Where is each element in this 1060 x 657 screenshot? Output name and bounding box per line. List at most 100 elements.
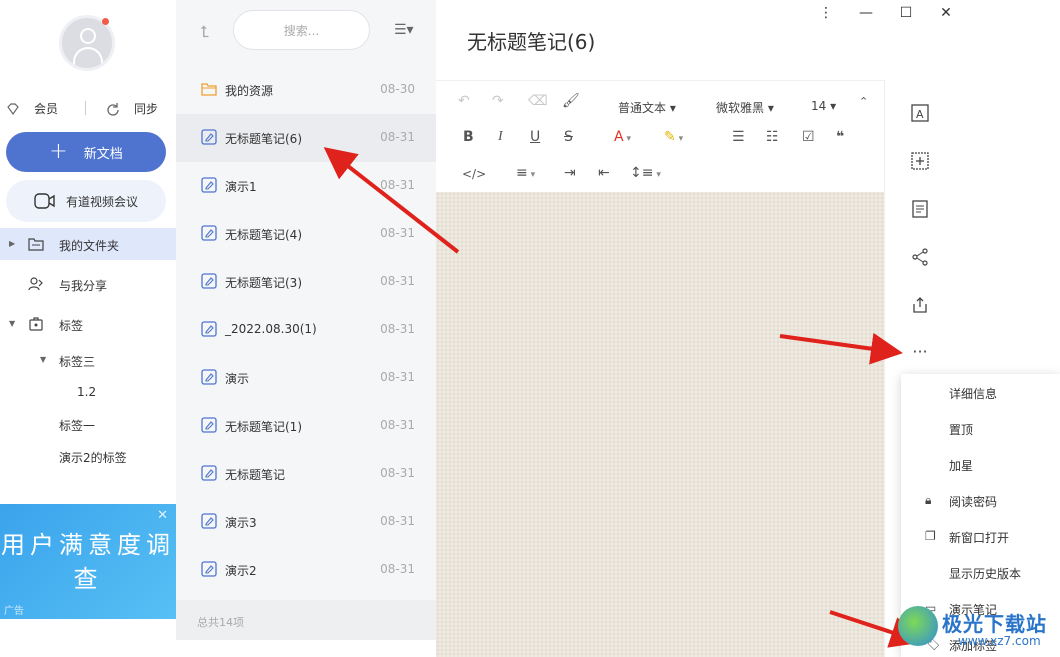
window-controls: ⋮ — ☐ ✕ <box>806 5 966 21</box>
line-spacing-icon[interactable]: ↕≡ ▾ <box>630 165 661 181</box>
note-date: 08-31 <box>380 226 415 240</box>
sync-button[interactable]: 同步 <box>106 100 158 117</box>
font-color-icon[interactable]: A ▾ <box>614 129 631 145</box>
bullet-list-icon[interactable]: ☰ <box>732 129 745 145</box>
export-icon[interactable] <box>911 296 929 314</box>
item-count: 总共14项 <box>197 616 244 629</box>
note-icon <box>201 561 217 577</box>
ad-tag: 广告 <box>4 606 24 617</box>
menu-item-history[interactable]: 显示历史版本 <box>901 554 1060 590</box>
strikethrough-icon[interactable]: S <box>564 129 573 145</box>
menu-item-new-window[interactable]: ❐ 新窗口打开 <box>901 518 1060 554</box>
undo-icon[interactable]: ↶ <box>458 93 470 109</box>
text-style-select[interactable]: 普通文本 ▾ <box>618 99 676 116</box>
tree-item-tag-three[interactable]: ▼ 标签三 <box>0 344 176 376</box>
tree-item-demo2-tag[interactable]: 演示2的标签 <box>0 440 176 472</box>
list-footer: 总共14项 <box>176 600 436 640</box>
list-item-folder[interactable]: 我的资源 08-30 <box>176 66 436 114</box>
caret-right-icon[interactable]: ▶ <box>9 239 15 248</box>
list-item-note[interactable]: 演示2 08-31 <box>176 546 436 594</box>
font-select[interactable]: 微软雅黑 ▾ <box>716 99 774 116</box>
note-icon <box>201 417 217 433</box>
quote-icon[interactable]: ❝ <box>836 129 844 145</box>
menu-item-read-password[interactable]: 🔒︎ 阅读密码 <box>901 482 1060 518</box>
font-size-select[interactable]: 14 ▾ <box>811 99 836 113</box>
list-item-note[interactable]: 无标题笔记(3) 08-31 <box>176 258 436 306</box>
folder-icon <box>28 238 44 251</box>
caret-down-icon[interactable]: ▼ <box>40 355 46 364</box>
note-title: 无标题笔记(3) <box>225 276 302 290</box>
member-label: 会员 <box>34 102 59 116</box>
new-doc-label: 新文档 <box>83 146 123 162</box>
tree-label: 标签三 <box>59 355 96 369</box>
bold-icon[interactable]: B <box>463 129 474 145</box>
search-placeholder: 搜索... <box>283 23 320 38</box>
italic-icon[interactable]: I <box>498 129 503 145</box>
eraser-icon[interactable]: ⌫ <box>528 93 548 109</box>
member-sync-row: 会员 同步 <box>0 98 176 118</box>
list-item-note[interactable]: 演示1 08-31 <box>176 162 436 210</box>
outline-icon[interactable] <box>911 200 929 218</box>
list-item-note[interactable]: 演示3 08-31 <box>176 498 436 546</box>
format-toolbar: ↶ ↷ ⌫ 🖌 普通文本 ▾ 微软雅黑 ▾ 14 ▾ ⌃ B I U S A ▾… <box>436 80 884 192</box>
note-title: 演示2 <box>225 564 257 578</box>
caret-down-icon[interactable]: ▼ <box>9 319 15 328</box>
ad-text: 用户满意度调查 <box>1 531 175 593</box>
maximize-icon[interactable]: ☐ <box>886 5 926 21</box>
outdent-icon[interactable]: ⇤ <box>598 165 610 181</box>
new-doc-button[interactable]: + 新文档 <box>6 132 166 172</box>
document-title[interactable]: 无标题笔记(6) <box>467 26 595 55</box>
tree-item-1-2[interactable]: 1.2 <box>0 376 176 408</box>
code-icon[interactable]: </> <box>462 167 486 181</box>
list-item-note[interactable]: 无标题笔记 08-31 <box>176 450 436 498</box>
redo-icon[interactable]: ↷ <box>492 93 504 109</box>
menu-item-label: 显示历史版本 <box>949 567 1022 581</box>
underline-icon[interactable]: U <box>530 129 540 145</box>
svg-text:A: A <box>916 108 924 121</box>
editor-canvas[interactable] <box>436 192 884 657</box>
tree-item-shared[interactable]: 与我分享 <box>0 268 176 300</box>
member-button[interactable]: 会员 <box>6 100 58 117</box>
menu-item-pin[interactable]: 置顶 <box>901 410 1060 446</box>
video-meeting-button[interactable]: 有道视频会议 <box>6 180 166 222</box>
back-up-icon[interactable]: ⮤ <box>200 22 209 42</box>
menu-item-star[interactable]: 加星 <box>901 446 1060 482</box>
checkbox-icon[interactable]: ☑ <box>802 129 815 145</box>
tree-item-my-folder[interactable]: ▶ 我的文件夹 <box>0 228 176 260</box>
note-icon <box>201 177 217 193</box>
insert-icon[interactable] <box>911 152 929 170</box>
list-item-note[interactable]: 演示 08-31 <box>176 354 436 402</box>
sort-menu-icon[interactable]: ☰▾ <box>394 22 414 38</box>
lock-icon: 🔒︎ <box>925 493 932 507</box>
menu-item-details[interactable]: 详细信息 <box>901 374 1060 410</box>
more-horizontal-icon[interactable]: ··· <box>911 342 929 361</box>
tree-label: 标签一 <box>59 419 96 433</box>
share-icon[interactable] <box>911 248 929 266</box>
new-window-icon: ❐ <box>925 529 936 543</box>
list-item-note[interactable]: 无标题笔记(4) 08-31 <box>176 210 436 258</box>
watermark-url: www.xz7.com <box>958 634 1041 648</box>
note-title: 无标题笔记 <box>225 468 286 482</box>
list-item-note[interactable]: 无标题笔记(6) 08-31 <box>176 114 436 162</box>
format-painter-icon[interactable]: 🖌 <box>562 93 580 109</box>
search-input[interactable]: 搜索... <box>233 10 370 50</box>
text-box-icon[interactable]: A <box>911 104 929 122</box>
highlight-icon[interactable]: ✎ ▾ <box>664 129 683 145</box>
notification-dot <box>102 18 109 25</box>
align-icon[interactable]: ≡ ▾ <box>516 165 535 181</box>
tree-item-tags[interactable]: ▼ 标签 <box>0 308 176 340</box>
close-icon[interactable]: ✕ <box>157 508 168 523</box>
menu-item-label: 阅读密码 <box>949 495 998 509</box>
note-date: 08-31 <box>380 370 415 384</box>
close-window-icon[interactable]: ✕ <box>926 5 966 21</box>
minimize-icon[interactable]: — <box>846 5 886 21</box>
list-item-note[interactable]: 无标题笔记(1) 08-31 <box>176 402 436 450</box>
indent-icon[interactable]: ⇥ <box>564 165 576 181</box>
more-vertical-icon[interactable]: ⋮ <box>806 5 846 21</box>
list-item-note[interactable]: _2022.08.30(1) 08-31 <box>176 306 436 354</box>
shared-users-icon <box>28 277 43 291</box>
ad-banner[interactable]: ✕ 用户满意度调查 广告 <box>0 504 176 619</box>
tree-item-tag-one[interactable]: 标签一 <box>0 408 176 440</box>
collapse-toolbar-icon[interactable]: ⌃ <box>859 95 868 108</box>
numbered-list-icon[interactable]: ☷ <box>766 129 779 145</box>
